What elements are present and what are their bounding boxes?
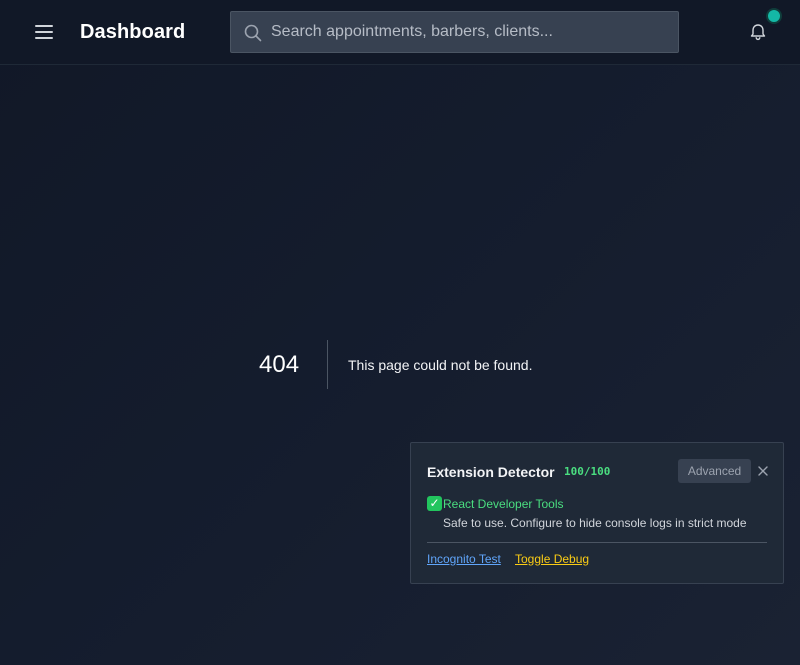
- extension-detector-panel: Extension Detector 100/100 Advanced ✓ Re…: [410, 442, 784, 584]
- bell-icon[interactable]: [748, 22, 768, 42]
- search-box[interactable]: [230, 11, 679, 53]
- incognito-test-link[interactable]: Incognito Test: [427, 552, 501, 566]
- divider: [327, 340, 328, 389]
- error-message: This page could not be found.: [348, 357, 533, 373]
- extension-description: Safe to use. Configure to hide console l…: [443, 516, 747, 530]
- separator: [427, 542, 767, 543]
- notification-status-dot: [766, 8, 782, 24]
- hamburger-menu-icon[interactable]: [34, 22, 54, 42]
- extension-name: React Developer Tools: [443, 497, 564, 511]
- score-badge: 100/100: [564, 465, 611, 478]
- check-mark-icon: ✓: [427, 496, 442, 511]
- error-code: 404: [259, 351, 300, 378]
- advanced-button[interactable]: Advanced: [678, 459, 751, 483]
- search-input[interactable]: [271, 12, 671, 52]
- toggle-debug-link[interactable]: Toggle Debug: [515, 552, 589, 566]
- page-title: Dashboard: [80, 21, 186, 43]
- top-bar: Dashboard: [0, 0, 800, 65]
- panel-title: Extension Detector: [427, 464, 555, 480]
- close-icon[interactable]: [756, 464, 770, 478]
- search-icon: [244, 24, 262, 42]
